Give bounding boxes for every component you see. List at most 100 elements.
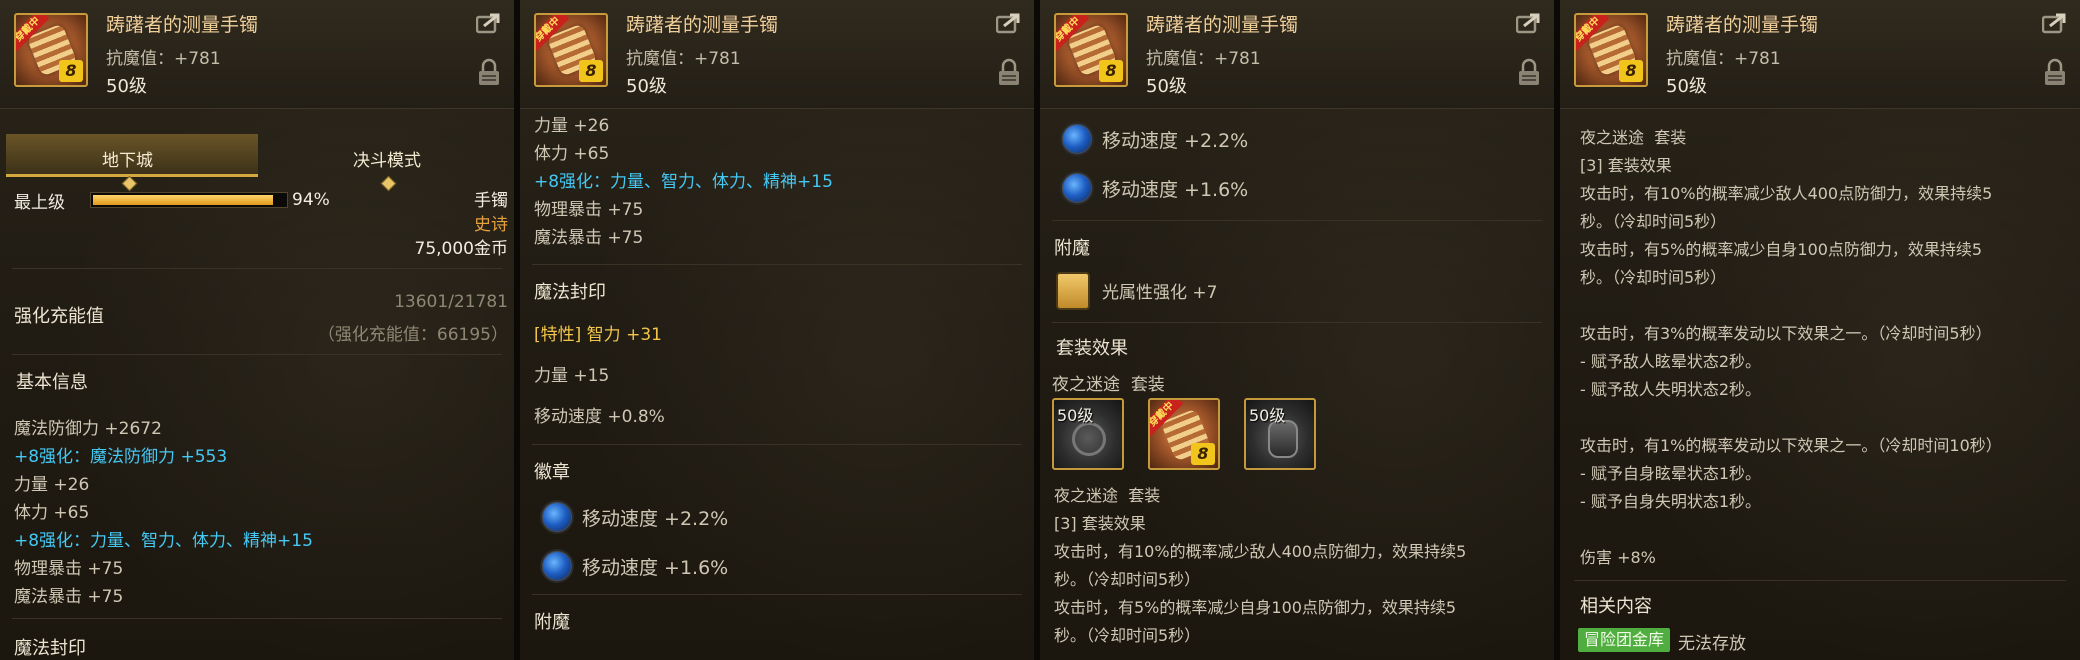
emblem-line: 移动速度 +1.6%	[582, 557, 729, 579]
divider	[12, 618, 502, 619]
emblem-orb-icon	[540, 500, 574, 534]
divider	[532, 264, 1022, 265]
set-effect-line: - 赋予敌人失明状态2秒。	[1580, 380, 1762, 399]
set-name-text: 夜之迷途	[1054, 486, 1119, 505]
item-tooltip-panel-3: 穿戴中 8 踌躇者的测量手镯 抗魔值：+781 50级 移动速度 +2.2% 移…	[1040, 0, 1554, 660]
item-rarity: 史诗	[474, 215, 508, 235]
stat-line-enhance: +8强化：力量、智力、体力、精神+15	[534, 172, 833, 192]
enchant-line: 光属性强化 +7	[1102, 283, 1218, 303]
seal-line: 力量 +15	[534, 366, 610, 386]
share-icon[interactable]	[996, 12, 1022, 34]
grade-bar	[90, 192, 288, 208]
share-icon[interactable]	[1516, 12, 1542, 34]
item-name: 踌躇者的测量手镯	[106, 14, 259, 36]
charge-value: 13601/21781	[394, 292, 508, 312]
stat-line: 体力 +65	[534, 144, 610, 164]
set-effect-line: 攻击时，有10%的概率减少敌人400点防御力，效果持续5	[1580, 184, 1993, 203]
grade-percent: 94%	[292, 190, 330, 210]
lock-icon[interactable]	[998, 58, 1020, 86]
item-tooltip-panel-1: 穿戴中 8 踌躇者的测量手镯 抗魔值：+781 50级 地下城 决斗模式 最上级…	[0, 0, 514, 660]
stat-line: 魔法防御力 +2672	[14, 419, 162, 439]
item-resist: 抗魔值：+781	[1666, 49, 1781, 69]
divider	[1052, 220, 1542, 221]
set-name: 夜之迷途 套装	[1580, 124, 1686, 148]
emblem-orb-icon	[1060, 122, 1094, 156]
related-note: 无法存放	[1678, 634, 1746, 654]
enhance-level-badge: 8	[1191, 443, 1215, 465]
stat-line: 力量 +26	[534, 116, 610, 136]
lock-icon[interactable]	[478, 58, 500, 86]
set-effect-line: 攻击时，有5%的概率减少自身100点防御力，效果持续5	[1054, 598, 1457, 617]
tab-dungeon[interactable]: 地下城	[102, 146, 153, 171]
enchant-title: 附魔	[1054, 238, 1090, 259]
divider	[1052, 322, 1542, 323]
lock-icon[interactable]	[1518, 58, 1540, 86]
seal-title: 魔法封印	[14, 638, 86, 659]
grade-bar-fill	[93, 195, 274, 205]
bracer-icon: 穿戴中 8	[1054, 13, 1128, 87]
item-tooltip-panel-4: 穿戴中 8 踌躇者的测量手镯 抗魔值：+781 50级 夜之迷途 套装 [3] …	[1560, 0, 2080, 660]
bracer-icon: 穿戴中 8	[1574, 13, 1648, 87]
stat-line: 体力 +65	[14, 503, 90, 523]
set-suffix: 套装	[1130, 375, 1165, 395]
divider	[12, 268, 502, 269]
item-level: 50级	[106, 76, 147, 97]
emblem-title: 徽章	[534, 462, 570, 483]
enchant-card-icon	[1056, 272, 1090, 310]
seal-special: [特性] 智力 +31	[534, 325, 662, 345]
set-slot[interactable]: 50级	[1052, 398, 1124, 470]
tooltip-body: 地下城 决斗模式 最上级 94% 手镯 史诗 75,000金币 13601/21…	[0, 108, 514, 660]
basic-info-title: 基本信息	[16, 372, 88, 393]
set-effect-line: - 赋予自身眩晕状态1秒。	[1580, 464, 1762, 483]
tooltip-header: 穿戴中 8 踌躇者的测量手镯 抗魔值：+781 50级	[1040, 0, 1554, 109]
charge-note: （强化充能值：66195）	[317, 325, 508, 345]
item-resist: 抗魔值：+781	[626, 49, 741, 69]
item-level: 50级	[1666, 76, 1707, 97]
set-effect-line: 秒。（冷却时间5秒）	[1054, 626, 1201, 645]
item-name: 踌躇者的测量手镯	[1666, 14, 1819, 36]
emblem-orb-icon	[1060, 171, 1094, 205]
set-slot-level: 50级	[1249, 406, 1286, 425]
item-level: 50级	[1146, 76, 1187, 97]
set-effect-line: 秒。（冷却时间5秒）	[1054, 570, 1201, 589]
set-count: [3] 套装效果	[1054, 514, 1146, 533]
set-name: 夜之迷途 套装	[1052, 370, 1165, 395]
stat-line-enhance: +8强化：力量、智力、体力、精神+15	[14, 531, 313, 551]
set-damage-line: 伤害 +8%	[1580, 548, 1656, 567]
mode-tabs: 地下城 决斗模式	[0, 120, 514, 192]
charge-label: 强化充能值	[14, 306, 104, 327]
divider	[532, 444, 1022, 445]
stat-line-enhance: +8强化：魔法防御力 +553	[14, 447, 228, 467]
stat-line: 魔法暴击 +75	[534, 228, 644, 248]
set-effect-line: 秒。（冷却时间5秒）	[1580, 268, 1727, 287]
divider	[1574, 580, 2066, 581]
set-count: [3] 套装效果	[1580, 156, 1672, 175]
tab-pvp[interactable]: 决斗模式	[353, 146, 421, 171]
set-effect-line: 攻击时，有3%的概率发动以下效果之一。（冷却时间5秒）	[1580, 324, 1992, 343]
set-name-text: 夜之迷途	[1580, 128, 1645, 147]
share-icon[interactable]	[2042, 12, 2068, 34]
tooltip-header: 穿戴中 8 踌躇者的测量手镯 抗魔值：+781 50级	[520, 0, 1034, 109]
share-icon[interactable]	[476, 12, 502, 34]
account-storage-badge: 冒险团金库	[1578, 628, 1671, 652]
tab-pvp-marker-icon	[380, 175, 397, 192]
emblem-line: 移动速度 +2.2%	[1102, 130, 1249, 152]
tooltip-body: 夜之迷途 套装 [3] 套装效果 攻击时，有10%的概率减少敌人400点防御力，…	[1560, 108, 2080, 660]
set-slot-level: 50级	[1057, 406, 1094, 425]
divider	[12, 354, 502, 355]
stat-line: 物理暴击 +75	[14, 559, 124, 579]
emblem-line: 移动速度 +1.6%	[1102, 179, 1249, 201]
seal-title: 魔法封印	[534, 282, 606, 303]
lock-icon[interactable]	[2044, 58, 2066, 86]
gear-icon	[1072, 422, 1106, 456]
enhance-level-badge: 8	[1099, 60, 1123, 82]
set-slot[interactable]: 穿戴中 8	[1148, 398, 1220, 470]
related-title: 相关内容	[1580, 596, 1652, 617]
bracer-icon: 穿戴中 8	[14, 13, 88, 87]
set-slot[interactable]: 50级	[1244, 398, 1316, 470]
item-tooltip-panel-2: 穿戴中 8 踌躇者的测量手镯 抗魔值：+781 50级 力量 +26 体力 +6…	[520, 0, 1034, 660]
set-effect-line: - 赋予自身失明状态1秒。	[1580, 492, 1762, 511]
set-effect-title: 套装效果	[1056, 338, 1128, 359]
grade-label: 最上级	[14, 193, 65, 213]
item-type: 手镯	[474, 191, 508, 211]
